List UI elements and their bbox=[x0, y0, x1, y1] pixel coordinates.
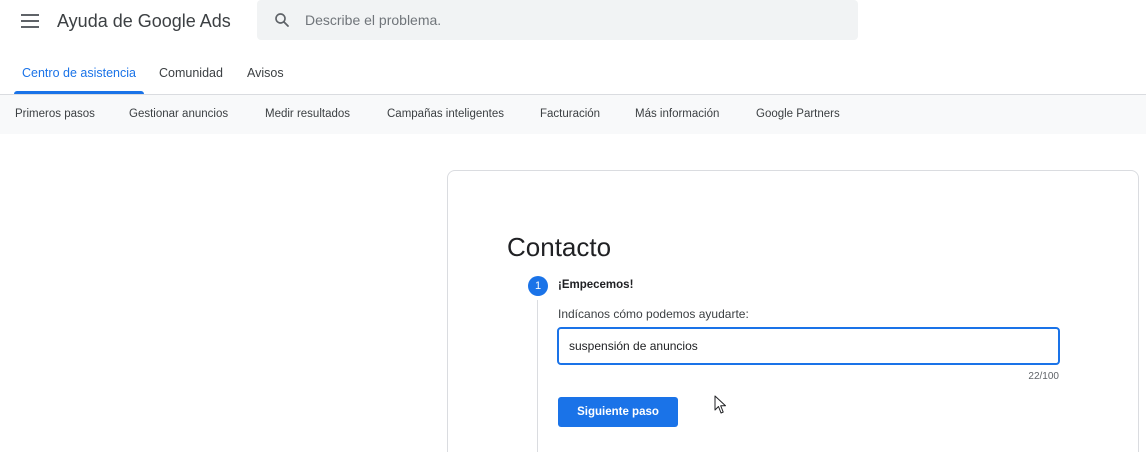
next-step-button[interactable]: Siguiente paso bbox=[558, 397, 678, 427]
subnav-item-medir-resultados[interactable]: Medir resultados bbox=[265, 95, 350, 134]
step-connector-line bbox=[537, 300, 538, 452]
subnav-item-campanas-inteligentes[interactable]: Campañas inteligentes bbox=[387, 95, 504, 134]
contact-card bbox=[447, 170, 1139, 452]
step-number-badge: 1 bbox=[528, 276, 548, 296]
tab-centro-de-asistencia[interactable]: Centro de asistencia bbox=[14, 54, 144, 94]
subnav-item-facturacion[interactable]: Facturación bbox=[540, 95, 600, 134]
step-label: ¡Empecemos! bbox=[558, 279, 634, 291]
tab-comunidad[interactable]: Comunidad bbox=[151, 54, 231, 94]
subnav-item-primeros-pasos[interactable]: Primeros pasos bbox=[15, 95, 95, 134]
sub-navigation: Primeros pasos Gestionar anuncios Medir … bbox=[0, 95, 1146, 134]
app-title[interactable]: Ayuda de Google Ads bbox=[57, 10, 231, 32]
search-input[interactable] bbox=[305, 0, 845, 40]
help-field-label: Indícanos cómo podemos ayudarte: bbox=[558, 307, 749, 321]
hamburger-menu-icon[interactable] bbox=[21, 14, 39, 28]
subnav-item-gestionar-anuncios[interactable]: Gestionar anuncios bbox=[129, 95, 228, 134]
main-tabs: Centro de asistencia Comunidad Avisos bbox=[0, 54, 1146, 95]
search-icon[interactable] bbox=[273, 11, 291, 29]
search-box[interactable] bbox=[257, 0, 858, 40]
character-counter: 22/100 bbox=[1028, 371, 1059, 382]
top-bar: Ayuda de Google Ads bbox=[0, 0, 1146, 48]
subnav-item-google-partners[interactable]: Google Partners bbox=[756, 95, 840, 134]
help-description-input[interactable] bbox=[557, 327, 1060, 365]
tab-avisos[interactable]: Avisos bbox=[239, 54, 292, 94]
subnav-item-mas-informacion[interactable]: Más información bbox=[635, 95, 719, 134]
mouse-cursor-icon bbox=[714, 395, 726, 414]
page-title: Contacto bbox=[507, 232, 612, 262]
